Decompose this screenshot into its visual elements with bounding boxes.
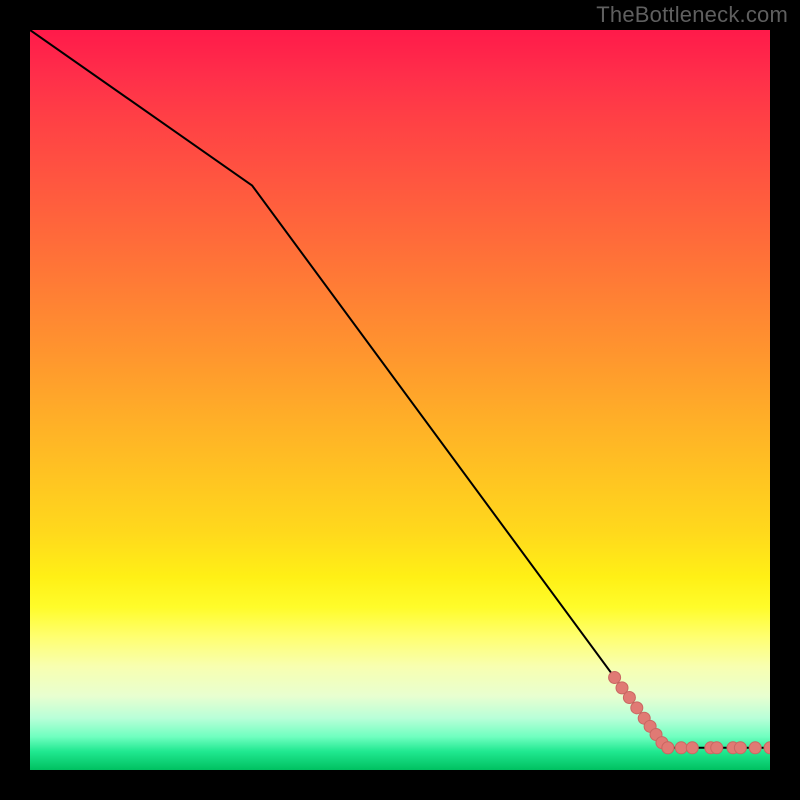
data-point [662,742,674,754]
chart-frame: TheBottleneck.com [0,0,800,800]
watermark-text: TheBottleneck.com [596,2,788,28]
marker-layer [609,672,770,754]
curve-line [30,30,770,748]
data-point [711,742,723,754]
data-point [631,702,643,714]
data-point [749,742,761,754]
data-point [623,691,635,703]
plot-area [30,30,770,770]
curve-layer [30,30,770,748]
data-point [675,742,687,754]
data-point [734,742,746,754]
data-point [764,742,770,754]
data-point [609,672,621,684]
chart-overlay [30,30,770,770]
data-point [686,742,698,754]
